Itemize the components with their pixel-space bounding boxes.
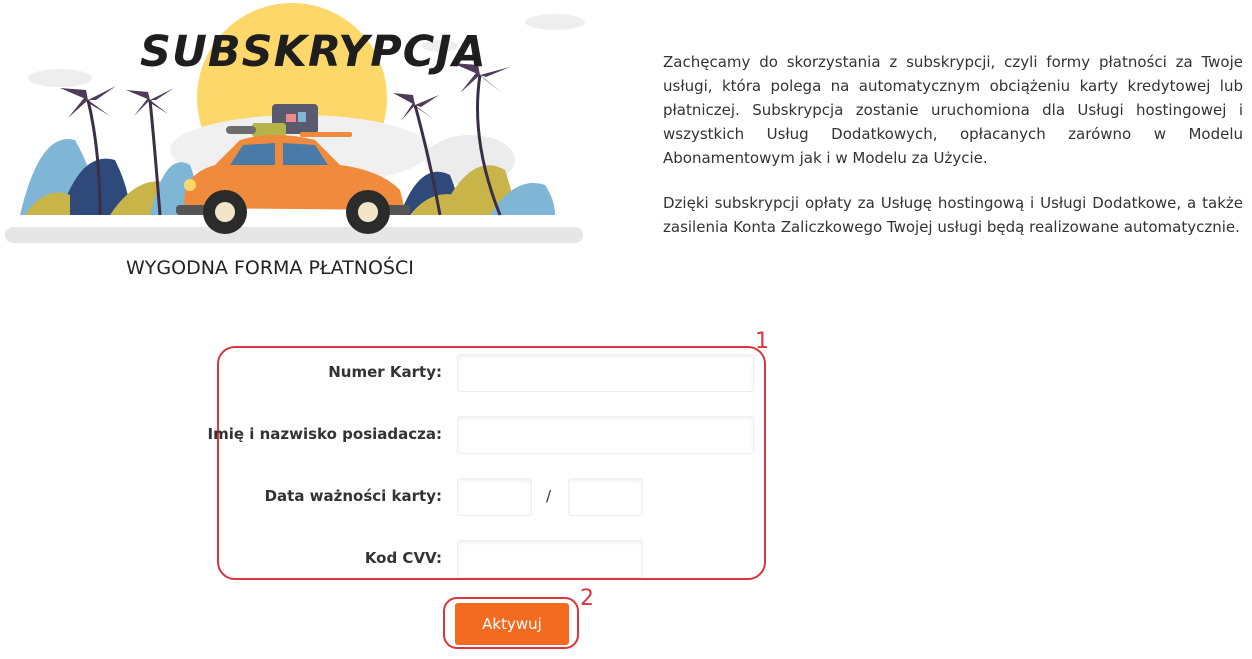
holder-name-row: Imię i nazwisko posiadacza:: [207, 414, 764, 454]
card-number-row: Numer Karty:: [219, 352, 764, 392]
expiry-date-label: Data ważności karty:: [264, 487, 442, 505]
banner-subtitle: WYGODNA FORMA PŁATNOŚCI: [126, 257, 414, 279]
subscription-banner: SUBSKRYPCJA WYGODNA FORMA PŁATNOŚCI: [0, 0, 590, 290]
card-number-input[interactable]: [457, 354, 754, 392]
description-paragraph: Dzięki subskrypcji opłaty za Usługę host…: [663, 194, 1243, 236]
subscription-description: Zachęcamy do skorzystania z subskrypcji,…: [663, 50, 1243, 260]
expiry-year-input[interactable]: [568, 478, 643, 516]
activate-button[interactable]: Aktywuj: [455, 603, 569, 645]
button-callout-number: 2: [580, 586, 594, 611]
cvv-label: Kod CVV:: [364, 549, 442, 567]
card-form-highlight: Numer Karty: Imię i nazwisko posiadacza:…: [207, 346, 766, 580]
expiry-month-input[interactable]: [457, 478, 532, 516]
description-paragraph: Zachęcamy do skorzystania z subskrypcji,…: [663, 53, 1243, 167]
cvv-row: Kod CVV:: [219, 538, 764, 578]
card-number-label: Numer Karty:: [328, 363, 442, 381]
holder-name-label: Imię i nazwisko posiadacza:: [207, 425, 442, 443]
banner-title: SUBSKRYPCJA: [140, 27, 487, 77]
expiry-separator: /: [546, 487, 552, 505]
expiry-date-row: Data ważności karty: /: [219, 476, 764, 516]
cvv-input[interactable]: [457, 540, 643, 578]
subscription-page: SUBSKRYPCJA WYGODNA FORMA PŁATNOŚCI Zach…: [0, 0, 1252, 659]
holder-name-input[interactable]: [457, 416, 754, 454]
form-callout-number: 1: [755, 329, 769, 354]
